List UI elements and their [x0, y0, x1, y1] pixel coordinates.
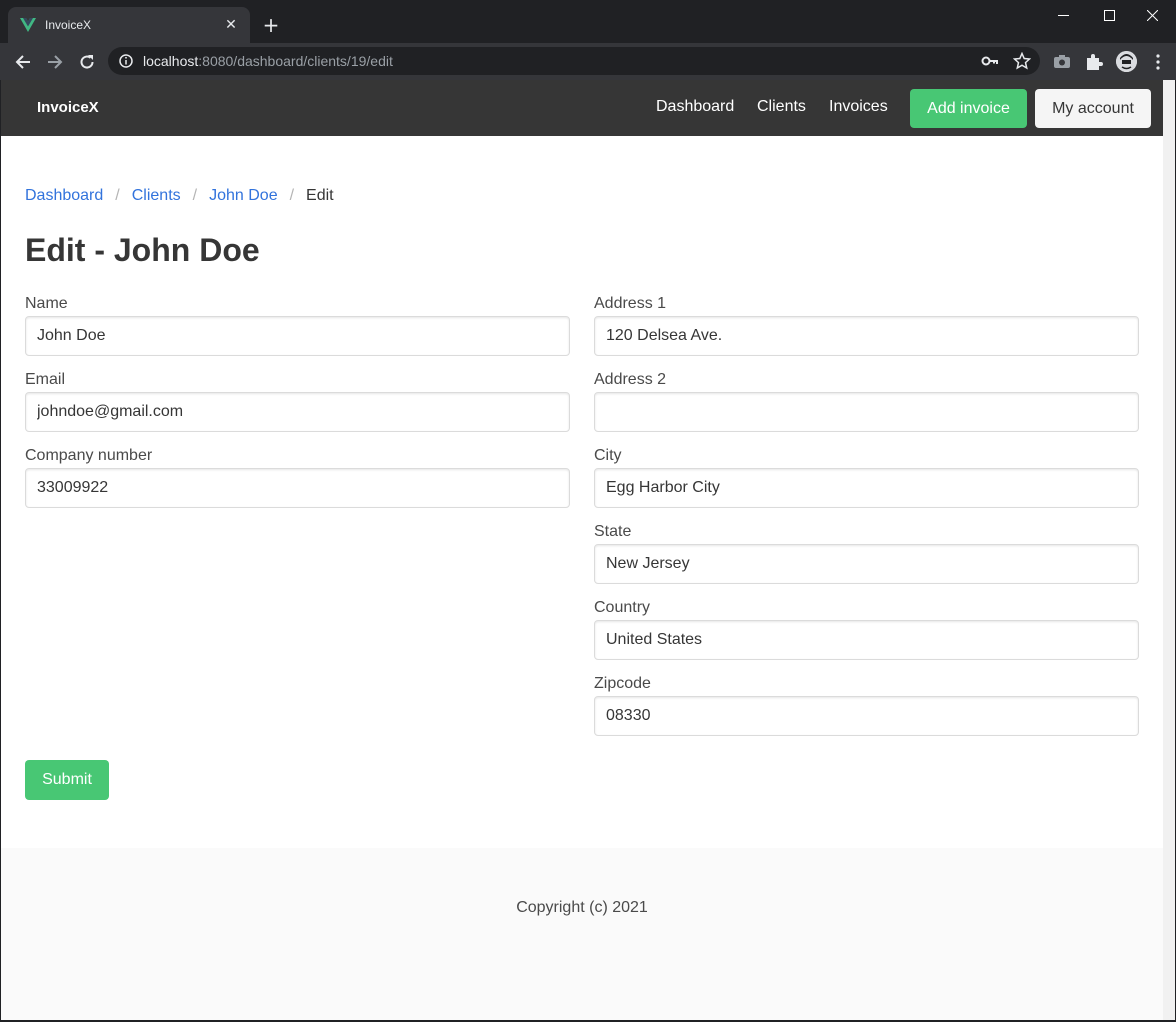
- vue-logo-icon: [20, 18, 36, 32]
- info-icon[interactable]: [119, 54, 133, 68]
- close-tab-icon[interactable]: ✕: [222, 16, 240, 34]
- breadcrumb-dashboard[interactable]: Dashboard: [25, 187, 103, 204]
- nav-link-invoices[interactable]: Invoices: [829, 98, 888, 116]
- browser-tab[interactable]: InvoiceX ✕: [8, 7, 250, 43]
- zipcode-label: Zipcode: [594, 675, 651, 692]
- address2-input[interactable]: [594, 392, 1139, 432]
- name-label: Name: [25, 295, 68, 312]
- state-label: State: [594, 523, 632, 540]
- maximize-window-icon[interactable]: [1087, 0, 1133, 32]
- address1-input[interactable]: [594, 316, 1139, 356]
- breadcrumb-clients[interactable]: Clients: [132, 187, 181, 204]
- breadcrumb-separator: /: [115, 187, 120, 204]
- minimize-window-icon[interactable]: [1041, 0, 1087, 32]
- company-number-input[interactable]: [25, 468, 570, 508]
- breadcrumb-client[interactable]: John Doe: [209, 187, 278, 204]
- extensions-puzzle-icon[interactable]: [1084, 52, 1104, 72]
- country-label: Country: [594, 599, 651, 616]
- key-icon[interactable]: [981, 53, 999, 69]
- email-input[interactable]: [25, 392, 570, 432]
- page-viewport: InvoiceX Dashboard Clients Invoices Add …: [1, 80, 1163, 1020]
- app-navbar: InvoiceX Dashboard Clients Invoices Add …: [1, 80, 1163, 136]
- tab-title: InvoiceX: [45, 18, 92, 32]
- email-label: Email: [25, 371, 66, 388]
- page-scrollbar[interactable]: [1163, 80, 1175, 1020]
- new-tab-icon[interactable]: +: [259, 14, 283, 38]
- breadcrumb-separator: /: [289, 187, 295, 204]
- state-input[interactable]: [594, 544, 1139, 584]
- nav-link-dashboard[interactable]: Dashboard: [656, 98, 734, 116]
- kebab-menu-icon[interactable]: [1150, 52, 1166, 72]
- breadcrumb-current: Edit: [306, 187, 334, 204]
- forward-arrow-icon[interactable]: [41, 48, 69, 76]
- breadcrumb: Dashboard / Clients / John Doe / Edit: [25, 187, 334, 205]
- add-invoice-button[interactable]: Add invoice: [910, 89, 1027, 128]
- url-host: localhost: [143, 53, 199, 69]
- close-window-icon[interactable]: [1130, 0, 1176, 32]
- city-label: City: [594, 447, 622, 464]
- country-input[interactable]: [594, 620, 1139, 660]
- reload-icon[interactable]: [73, 48, 101, 76]
- page-title: Edit - John Doe: [25, 232, 260, 268]
- bookmark-star-icon[interactable]: [1013, 52, 1031, 70]
- address-bar[interactable]: localhost:8080/dashboard/clients/19/edit: [108, 47, 1040, 75]
- footer: Copyright (c) 2021: [1, 848, 1163, 1020]
- zipcode-input[interactable]: [594, 696, 1139, 736]
- url-path: :8080/dashboard/clients/19/edit: [198, 53, 393, 69]
- company-number-label: Company number: [25, 447, 153, 464]
- copyright-text: Copyright (c) 2021: [516, 899, 648, 916]
- my-account-button[interactable]: My account: [1035, 89, 1151, 128]
- camera-icon[interactable]: [1052, 52, 1072, 72]
- breadcrumb-separator: /: [192, 187, 198, 204]
- back-arrow-icon[interactable]: [9, 48, 37, 76]
- address1-label: Address 1: [594, 295, 667, 312]
- browser-tabstrip: InvoiceX ✕ +: [0, 0, 1176, 43]
- city-input[interactable]: [594, 468, 1139, 508]
- name-input[interactable]: [25, 316, 570, 356]
- brand-logo[interactable]: InvoiceX: [37, 99, 99, 116]
- browser-toolbar: localhost:8080/dashboard/clients/19/edit: [0, 43, 1176, 80]
- nav-link-clients[interactable]: Clients: [757, 98, 806, 116]
- url-text[interactable]: localhost:8080/dashboard/clients/19/edit: [143, 53, 393, 69]
- address2-label: Address 2: [594, 371, 667, 388]
- submit-button[interactable]: Submit: [25, 760, 109, 800]
- profile-avatar[interactable]: [1116, 51, 1137, 72]
